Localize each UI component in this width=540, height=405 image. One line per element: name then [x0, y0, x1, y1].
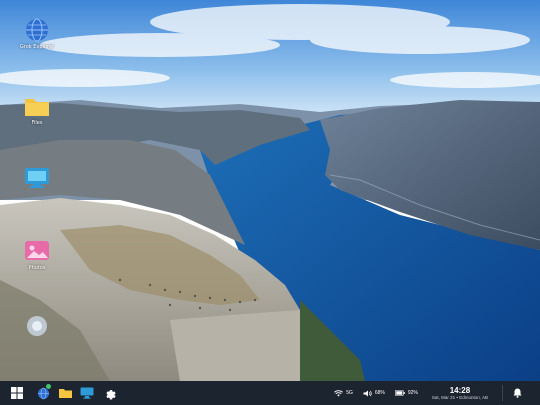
- desktop-icon-files[interactable]: Files: [15, 93, 59, 126]
- desktop-wallpaper: [0, 0, 540, 381]
- volume-icon: [363, 390, 372, 396]
- notification-dot: [46, 384, 51, 389]
- desktop-icon-label: Photos: [28, 265, 46, 271]
- desktop-icon-label: Grok Explorer: [19, 44, 55, 50]
- desktop-icon-app[interactable]: [15, 313, 59, 340]
- misc-app-icon: [23, 313, 51, 339]
- taskbar-app-monitor[interactable]: [77, 383, 97, 403]
- monitor-icon: [80, 387, 94, 399]
- battery-icon: [394, 390, 405, 396]
- desktop-icon-photos[interactable]: Photos: [15, 238, 59, 271]
- start-button[interactable]: [7, 383, 27, 403]
- taskbar-app-browser[interactable]: [33, 383, 53, 403]
- volume-label: 68%: [374, 390, 385, 396]
- clock[interactable]: 14:28 Sat, Mar 21 • Edmonton, AB: [432, 386, 488, 401]
- folder-icon: [58, 389, 72, 398]
- desktop-icon-label: Files: [31, 120, 43, 126]
- volume-status[interactable]: 68%: [363, 390, 385, 397]
- desktop-icon-monitor[interactable]: [15, 165, 59, 192]
- folder-icon: [23, 93, 51, 119]
- monitor-icon: [23, 165, 51, 191]
- clock-date: Sat, Mar 21 • Edmonton, AB: [431, 394, 488, 400]
- network-label: 5G: [346, 390, 353, 396]
- notifications-button[interactable]: [513, 388, 525, 398]
- clock-time: 14:28: [449, 385, 471, 395]
- taskbar-app-settings[interactable]: [99, 383, 119, 403]
- network-status[interactable]: 5G: [334, 389, 353, 397]
- system-tray: 5G 68% 92% 14:28 Sat, Mar 21 • Edmonton,…: [334, 381, 540, 405]
- gear-icon: [105, 389, 116, 399]
- battery-status[interactable]: 92%: [394, 390, 418, 396]
- desktop-icon-grok-explorer[interactable]: Grok Explorer: [15, 17, 59, 50]
- tray-divider: [502, 385, 503, 401]
- photos-icon: [23, 238, 51, 264]
- globe-icon: [23, 17, 51, 43]
- start-icon: [11, 387, 23, 399]
- wifi-icon: [334, 389, 343, 396]
- taskbar-app-files[interactable]: [55, 383, 75, 403]
- taskbar: 5G 68% 92% 14:28 Sat, Mar 21 • Edmonton,…: [0, 381, 540, 405]
- bell-icon: [513, 388, 522, 398]
- battery-label: 92%: [407, 390, 418, 396]
